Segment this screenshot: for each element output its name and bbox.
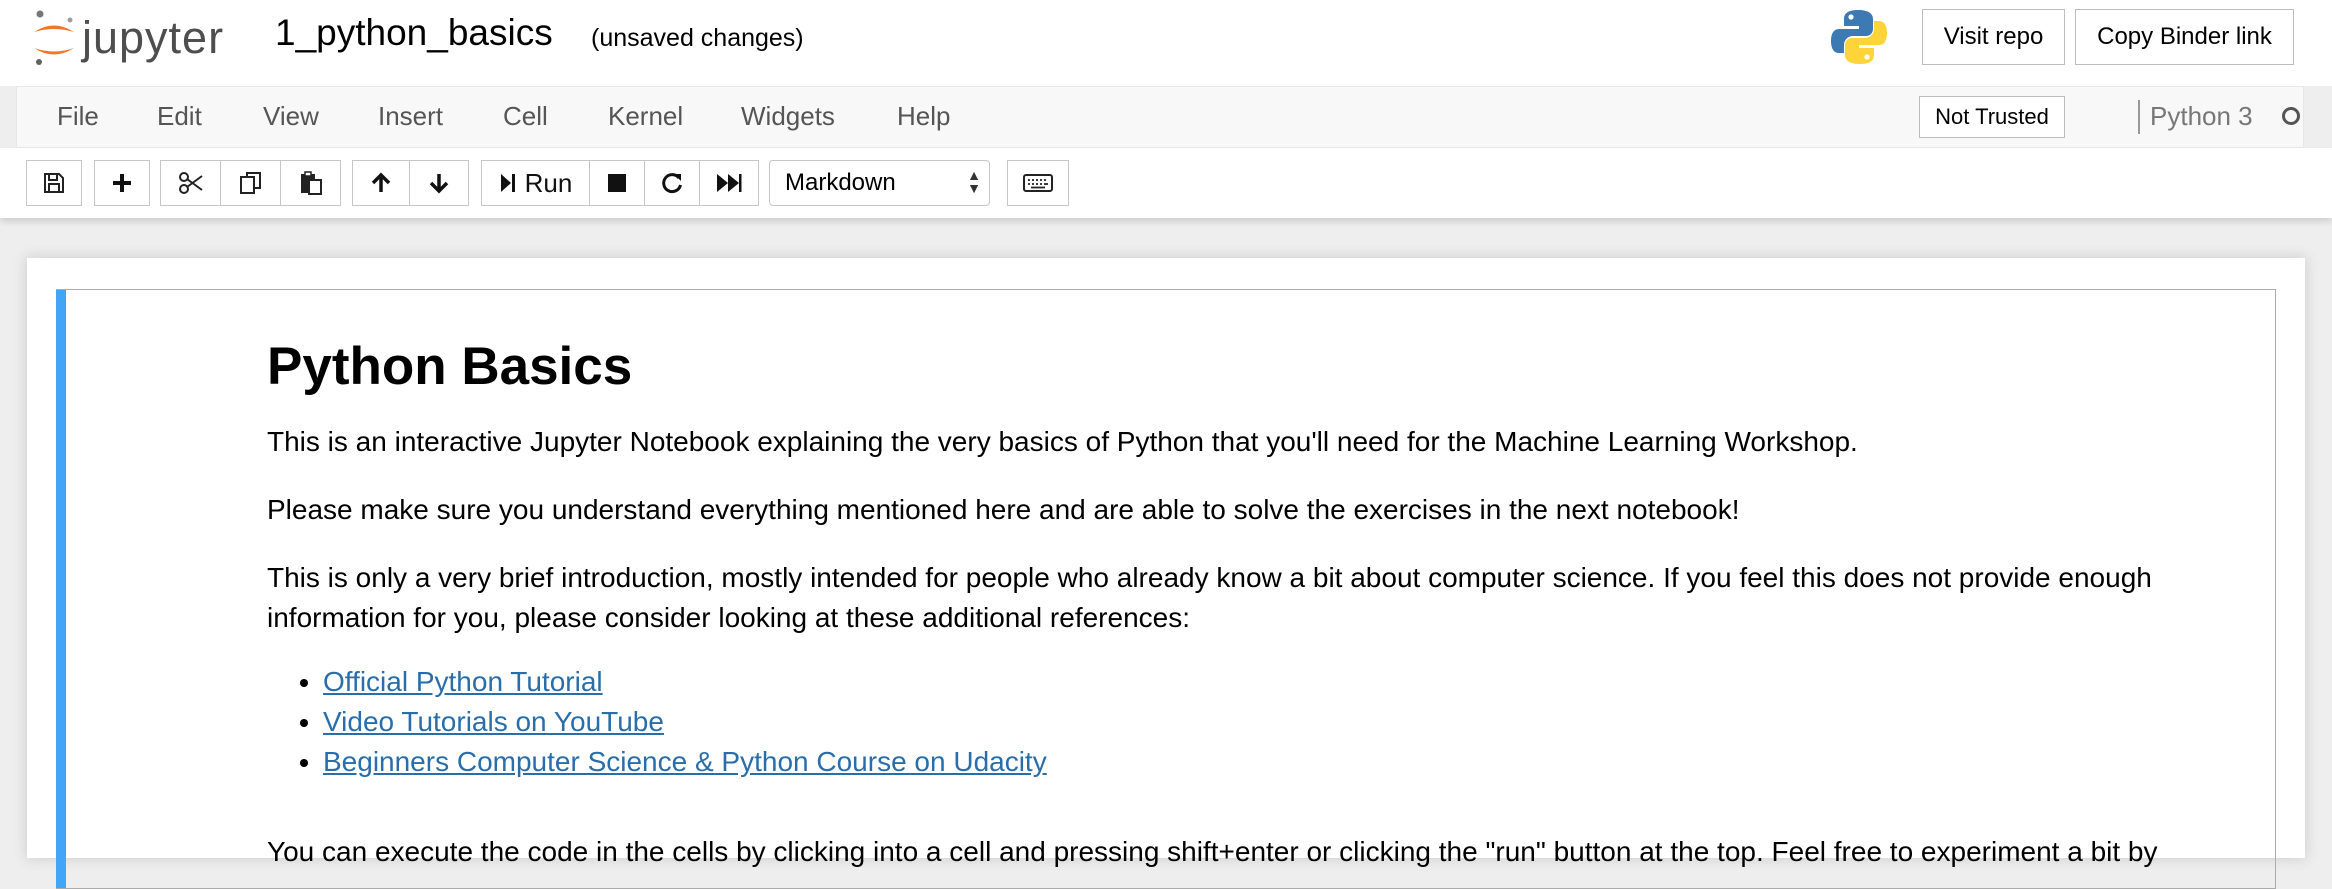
cell-type-select[interactable]: Markdown ▲ ▼ xyxy=(769,160,990,206)
select-arrows-icon: ▲ ▼ xyxy=(967,167,981,196)
notebook-header: jupyter 1_python_basics (unsaved changes… xyxy=(0,0,2332,86)
paste-icon xyxy=(300,171,322,195)
paste-cell-button[interactable] xyxy=(281,160,341,206)
menu-help[interactable]: Help xyxy=(897,101,950,132)
cut-cell-button[interactable] xyxy=(160,160,221,206)
selected-cell-marker xyxy=(56,290,66,888)
copy-binder-link-button[interactable]: Copy Binder link xyxy=(2075,9,2294,65)
menu-widgets[interactable]: Widgets xyxy=(741,101,835,132)
move-cell-down-button[interactable] xyxy=(410,160,469,206)
toolbar: Run Markdown ▲ ▼ xyxy=(0,148,2332,218)
copy-icon xyxy=(239,172,261,194)
list-item: Beginners Computer Science & Python Cour… xyxy=(323,742,1047,782)
insert-cell-button[interactable] xyxy=(94,160,150,206)
interrupt-kernel-button[interactable] xyxy=(590,160,645,206)
reference-links-list: Official Python Tutorial Video Tutorials… xyxy=(267,662,1047,782)
kernel-name[interactable]: Python 3 xyxy=(2150,101,2253,132)
arrow-up-icon xyxy=(371,172,391,192)
save-icon xyxy=(44,173,64,193)
cell-type-value: Markdown xyxy=(785,169,896,196)
run-icon xyxy=(500,174,515,192)
fast-forward-icon xyxy=(717,174,742,192)
menu-file[interactable]: File xyxy=(57,101,99,132)
menu-kernel[interactable]: Kernel xyxy=(608,101,683,132)
jupyter-logo-text: jupyter xyxy=(82,12,225,63)
restart-run-all-button[interactable] xyxy=(700,160,759,206)
execution-paragraph: You can execute the code in the cells by… xyxy=(267,836,2158,867)
menu-cell[interactable]: Cell xyxy=(503,101,548,132)
restart-icon xyxy=(662,173,682,194)
kernel-separator xyxy=(2138,100,2140,134)
menu-insert[interactable]: Insert xyxy=(378,101,443,132)
command-palette-button[interactable] xyxy=(1007,160,1069,206)
save-status: (unsaved changes) xyxy=(591,24,804,52)
notebook-title[interactable]: 1_python_basics xyxy=(275,12,553,54)
references-paragraph: This is only a very brief introduction, … xyxy=(267,562,2152,633)
udacity-course-link[interactable]: Beginners Computer Science & Python Cour… xyxy=(323,746,1047,777)
youtube-tutorials-link[interactable]: Video Tutorials on YouTube xyxy=(323,706,664,737)
python-logo-icon xyxy=(1831,10,1887,64)
save-button[interactable] xyxy=(26,160,82,206)
jupyter-logo-icon xyxy=(34,10,74,65)
plus-icon xyxy=(113,174,131,192)
menubar: File Edit View Insert Cell Kernel Widget… xyxy=(16,86,2304,148)
kernel-idle-indicator-icon xyxy=(2282,107,2300,125)
markdown-cell[interactable]: Python Basics This is an interactive Jup… xyxy=(56,289,2276,889)
copy-cell-button[interactable] xyxy=(221,160,281,206)
move-cell-up-button[interactable] xyxy=(352,160,410,206)
notebook-container: Python Basics This is an interactive Jup… xyxy=(27,258,2305,889)
menu-edit[interactable]: Edit xyxy=(157,101,202,132)
arrow-down-icon xyxy=(429,174,449,194)
restart-kernel-button[interactable] xyxy=(645,160,700,206)
stop-icon xyxy=(608,174,626,192)
list-item: Video Tutorials on YouTube xyxy=(323,702,1047,742)
trust-notebook-button[interactable]: Not Trusted xyxy=(1919,96,2065,138)
keyboard-icon xyxy=(1023,174,1053,192)
python-tutorial-link[interactable]: Official Python Tutorial xyxy=(323,666,603,697)
run-label: Run xyxy=(524,167,573,198)
list-item: Official Python Tutorial xyxy=(323,662,1047,702)
cell-heading: Python Basics xyxy=(267,337,633,396)
instructions-paragraph: Please make sure you understand everythi… xyxy=(267,494,1740,525)
menu-view[interactable]: View xyxy=(263,101,319,132)
intro-paragraph: This is an interactive Jupyter Notebook … xyxy=(267,426,1858,457)
visit-repo-button[interactable]: Visit repo xyxy=(1922,9,2065,65)
jupyter-logo[interactable]: jupyter xyxy=(30,8,224,68)
cut-icon xyxy=(178,172,203,194)
run-cell-button[interactable]: Run xyxy=(481,160,590,206)
